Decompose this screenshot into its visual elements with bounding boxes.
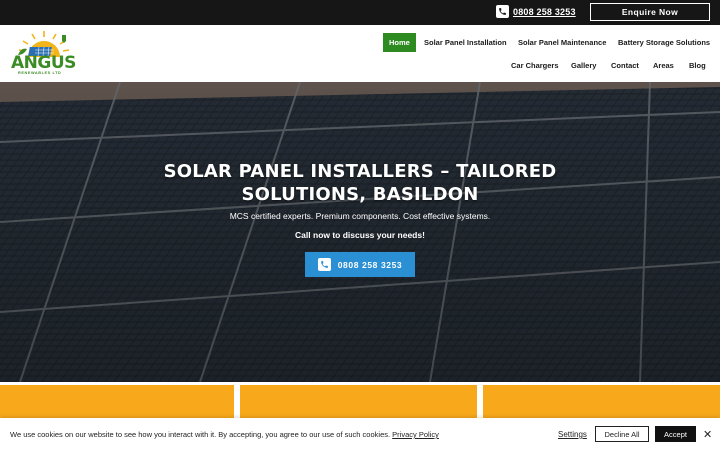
top-bar: 0808 258 3253 Enquire Now bbox=[0, 0, 720, 25]
cookie-text: We use cookies on our website to see how… bbox=[10, 430, 393, 439]
nav-home[interactable]: Home bbox=[383, 33, 416, 52]
phone-icon bbox=[496, 5, 509, 18]
decline-all-button[interactable]: Decline All bbox=[595, 426, 649, 442]
nav-solar-panel-maintenance[interactable]: Solar Panel Maintenance bbox=[518, 38, 606, 47]
hero-phone-button[interactable]: 0808 258 3253 bbox=[305, 252, 415, 277]
close-icon[interactable]: ✕ bbox=[703, 428, 712, 441]
logo-subtitle: RENEWABLES LTD bbox=[18, 71, 62, 75]
phone-icon bbox=[317, 258, 331, 271]
hero-title: SOLAR PANEL INSTALLERS – TAILORED SOLUTI… bbox=[163, 161, 557, 205]
top-phone-number[interactable]: 0808 258 3253 bbox=[513, 7, 576, 17]
accept-button[interactable]: Accept bbox=[655, 426, 696, 442]
hero-call-text: Call now to discuss your needs! bbox=[295, 230, 425, 240]
cookie-settings-link[interactable]: Settings bbox=[558, 430, 587, 439]
hero-phone-number: 0808 258 3253 bbox=[337, 259, 403, 270]
nav-car-chargers[interactable]: Car Chargers bbox=[511, 61, 559, 70]
nav-gallery[interactable]: Gallery bbox=[571, 61, 596, 70]
cookie-banner: We use cookies on our website to see how… bbox=[0, 418, 720, 450]
nav-blog[interactable]: Blog bbox=[689, 61, 706, 70]
nav-contact[interactable]: Contact bbox=[611, 61, 639, 70]
enquire-now-button[interactable]: Enquire Now bbox=[590, 3, 710, 21]
nav-areas[interactable]: Areas bbox=[653, 61, 674, 70]
hero-subtitle: MCS certified experts. Premium component… bbox=[229, 211, 491, 221]
cookie-message: We use cookies on our website to see how… bbox=[10, 430, 439, 439]
privacy-policy-link[interactable]: Privacy Policy bbox=[392, 430, 439, 439]
nav-solar-panel-installation[interactable]: Solar Panel Installation bbox=[424, 38, 507, 47]
top-phone-link[interactable]: 0808 258 3253 bbox=[496, 5, 576, 18]
nav-battery-storage-solutions[interactable]: Battery Storage Solutions bbox=[618, 38, 710, 47]
hero-section: SOLAR PANEL INSTALLERS – TAILORED SOLUTI… bbox=[0, 82, 720, 382]
logo-wordmark: ANGUS bbox=[11, 53, 76, 73]
site-header: ANGUS RENEWABLES LTD Home Solar Panel In… bbox=[0, 25, 720, 82]
